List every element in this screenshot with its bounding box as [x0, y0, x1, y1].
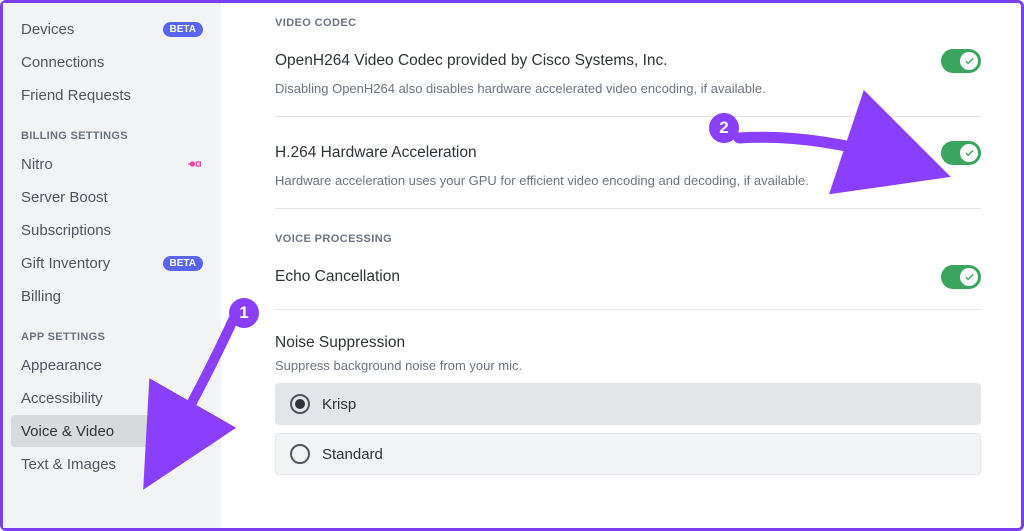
- sidebar-header-billing: BILLING SETTINGS: [11, 112, 213, 148]
- sidebar-item-label: Text & Images: [21, 456, 116, 473]
- annotation-step-2: 2: [709, 113, 739, 143]
- radio-selected-icon: [290, 394, 310, 414]
- sidebar-item-connections[interactable]: Connections: [11, 46, 213, 78]
- sidebar-item-nitro[interactable]: Nitro: [11, 148, 213, 180]
- section-header-video-codec: VIDEO CODEC: [275, 17, 981, 29]
- sidebar-item-billing[interactable]: Billing: [11, 280, 213, 312]
- noise-suppression-title: Noise Suppression: [275, 334, 981, 352]
- sidebar-item-label: Accessibility: [21, 390, 103, 407]
- setting-title: OpenH264 Video Codec provided by Cisco S…: [275, 52, 668, 70]
- radio-label: Standard: [322, 446, 383, 463]
- setting-openh264: OpenH264 Video Codec provided by Cisco S…: [275, 49, 981, 96]
- sidebar-item-label: Billing: [21, 288, 61, 305]
- radio-standard[interactable]: Standard: [275, 433, 981, 475]
- sidebar-item-devices[interactable]: Devices BETA: [11, 13, 213, 45]
- sidebar-item-server-boost[interactable]: Server Boost: [11, 181, 213, 213]
- sidebar-item-label: Nitro: [21, 156, 53, 173]
- annotation-step-1: 1: [229, 298, 259, 328]
- sidebar-item-friend-requests[interactable]: Friend Requests: [11, 79, 213, 111]
- beta-badge: BETA: [163, 22, 203, 37]
- radio-label: Krisp: [322, 396, 356, 413]
- sidebar-item-label: Voice & Video: [21, 423, 114, 440]
- check-icon: [960, 268, 978, 286]
- annotation-arrow-1: [133, 315, 263, 480]
- noise-suppression-radio-group: Krisp Standard: [275, 383, 981, 475]
- radio-krisp[interactable]: Krisp: [275, 383, 981, 425]
- annotation-arrow-2: [729, 123, 929, 188]
- sidebar-item-label: Devices: [21, 21, 74, 38]
- toggle-hwaccel[interactable]: [941, 141, 981, 165]
- nitro-icon: [187, 156, 203, 172]
- sidebar-item-label: Appearance: [21, 357, 102, 374]
- toggle-openh264[interactable]: [941, 49, 981, 73]
- sidebar-item-label: Friend Requests: [21, 87, 131, 104]
- sidebar-item-gift-inventory[interactable]: Gift Inventory BETA: [11, 247, 213, 279]
- divider: [275, 116, 981, 117]
- check-icon: [960, 52, 978, 70]
- setting-title: H.264 Hardware Acceleration: [275, 144, 477, 162]
- sidebar-item-label: Gift Inventory: [21, 255, 110, 272]
- sidebar-item-label: Connections: [21, 54, 104, 71]
- section-header-voice-processing: VOICE PROCESSING: [275, 233, 981, 245]
- sidebar-item-label: Server Boost: [21, 189, 108, 206]
- setting-echo-cancel: Echo Cancellation: [275, 265, 981, 289]
- setting-desc: Disabling OpenH264 also disables hardwar…: [275, 81, 981, 96]
- toggle-echo-cancel[interactable]: [941, 265, 981, 289]
- sidebar-item-label: Subscriptions: [21, 222, 111, 239]
- noise-suppression-desc: Suppress background noise from your mic.: [275, 358, 981, 373]
- divider: [275, 309, 981, 310]
- beta-badge: BETA: [163, 256, 203, 271]
- sidebar-item-subscriptions[interactable]: Subscriptions: [11, 214, 213, 246]
- settings-content: VIDEO CODEC OpenH264 Video Codec provide…: [221, 3, 1021, 528]
- divider: [275, 208, 981, 209]
- setting-title: Echo Cancellation: [275, 268, 400, 286]
- check-icon: [960, 144, 978, 162]
- radio-unselected-icon: [290, 444, 310, 464]
